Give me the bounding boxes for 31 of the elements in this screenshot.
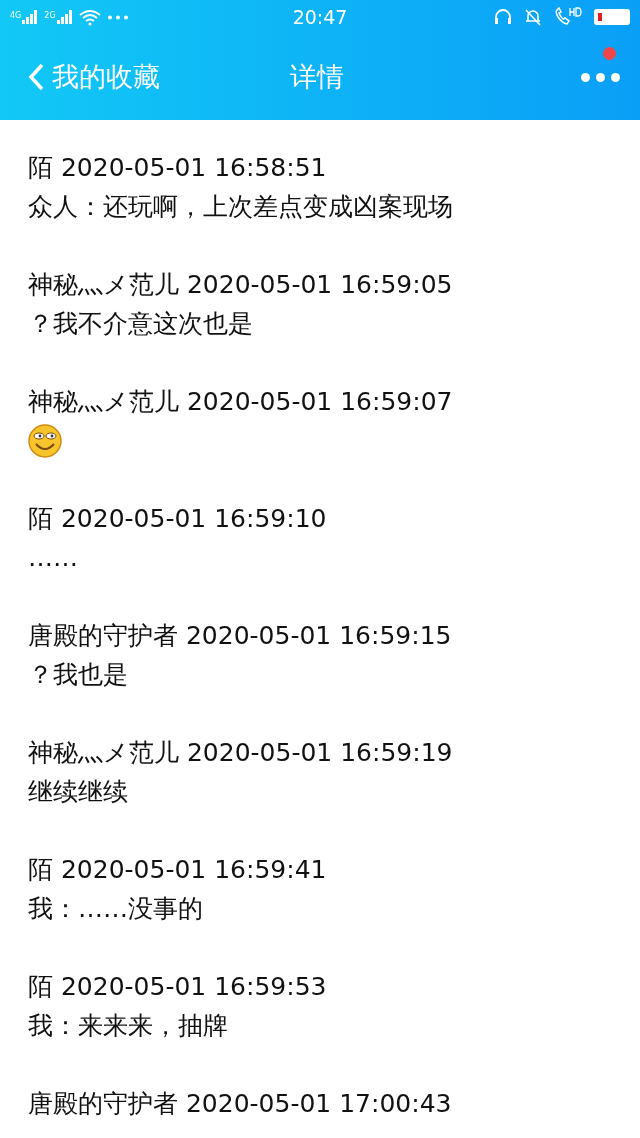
message-text: ？我不介意这次也是 bbox=[28, 308, 254, 340]
page-title: 详情 bbox=[290, 60, 344, 94]
message-header: 陌 2020-05-01 16:59:41 bbox=[28, 854, 328, 886]
message-text: …… bbox=[28, 542, 79, 574]
back-button[interactable]: 我的收藏 bbox=[28, 59, 160, 95]
message-header: 陌 2020-05-01 16:59:10 bbox=[28, 503, 328, 535]
message-header: 神秘灬メ范儿 2020-05-01 16:59:07 bbox=[28, 386, 454, 418]
message-header: 陌 2020-05-01 16:59:53 bbox=[28, 971, 328, 1003]
message-text: 众人：还玩啊，上次差点变成凶案现场 bbox=[28, 191, 454, 223]
message-header: 陌 2020-05-01 16:58:51 bbox=[28, 152, 328, 184]
more-icon bbox=[106, 14, 129, 20]
signal-icon bbox=[56, 10, 73, 24]
battery-icon bbox=[594, 9, 630, 25]
message-text: 我：……没事的 bbox=[28, 893, 204, 925]
smiley-icon bbox=[28, 424, 62, 458]
headset-icon bbox=[494, 8, 512, 26]
message-header: 神秘灬メ范儿 2020-05-01 16:59:19 bbox=[28, 737, 454, 769]
message-header: 唐殿的守护者 2020-05-01 16:59:15 bbox=[28, 620, 453, 652]
chevron-left-icon bbox=[28, 63, 44, 91]
message-text: ？我也是 bbox=[28, 659, 129, 691]
clock: 20:47 bbox=[292, 6, 348, 28]
network-label: 2G bbox=[44, 12, 56, 20]
muted-bell-icon bbox=[524, 8, 542, 26]
network-label: 4G bbox=[10, 12, 22, 20]
message-header: 唐殿的守护者 2020-05-01 17:00:43 bbox=[28, 1088, 453, 1120]
signal-icon bbox=[22, 10, 39, 24]
message-header: 神秘灬メ范儿 2020-05-01 16:59:05 bbox=[28, 269, 454, 301]
phone-hd-icon bbox=[554, 7, 582, 27]
wifi-icon bbox=[78, 8, 101, 26]
message-text: 继续继续 bbox=[28, 776, 129, 808]
message-text: 我：来来来，抽牌 bbox=[28, 1010, 229, 1042]
